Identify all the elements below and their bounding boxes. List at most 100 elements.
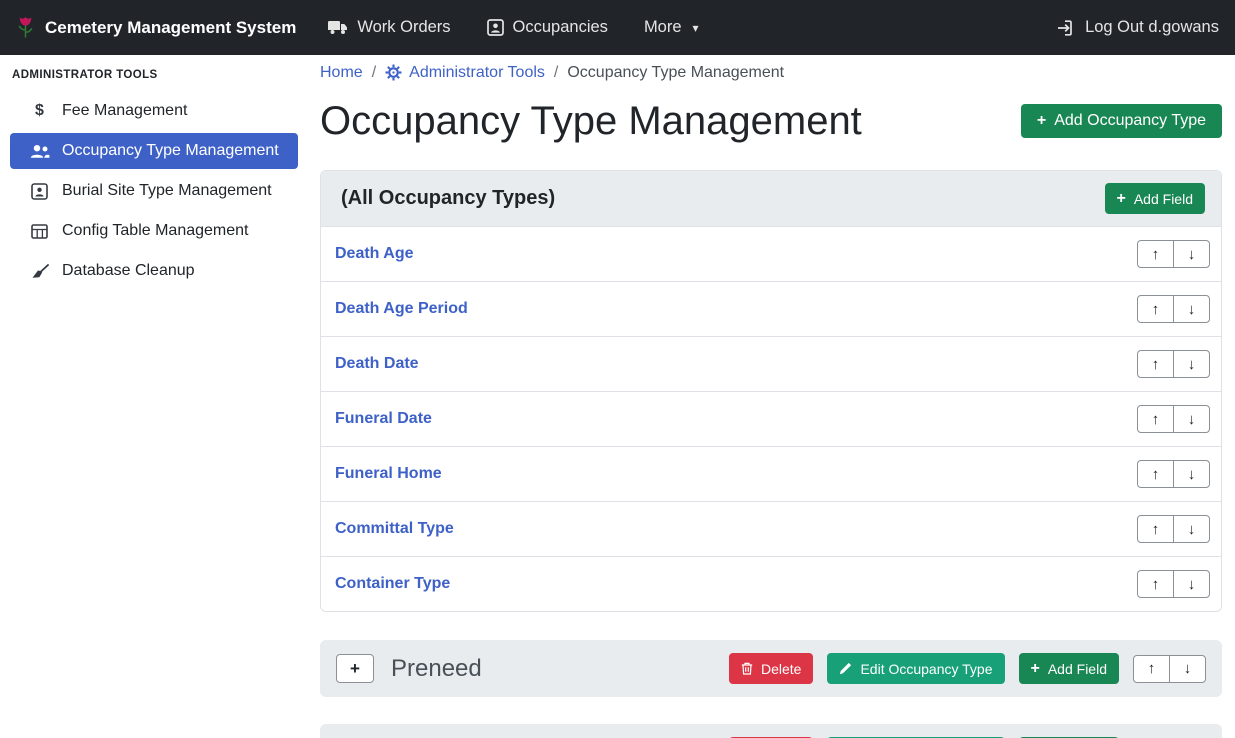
table-row: Committal Type ↑ ↓ [321,501,1221,556]
field-link[interactable]: Container Type [335,574,450,594]
sidebar-item-config-table-management[interactable]: Config Table Management [10,213,298,249]
up-arrow-icon: ↑ [1152,301,1160,318]
sidebar-item-occupancy-type-management[interactable]: Occupancy Type Management [10,133,298,169]
nav-occupancies[interactable]: Occupancies [487,18,608,37]
app-brand[interactable]: Cemetery Management System [16,15,296,41]
top-navbar: Cemetery Management System Work Orders [0,0,1235,55]
move-down-button[interactable]: ↓ [1173,240,1210,268]
nav-more-label: More [644,18,682,37]
table-row: Death Date ↑ ↓ [321,336,1221,391]
edit-occupancy-type-label: Edit Occupancy Type [860,661,992,677]
all-occupancy-types-header: (All Occupancy Types) + Add Field [321,171,1221,227]
truck-icon [328,20,348,35]
field-link[interactable]: Death Age [335,244,414,264]
up-arrow-icon: ↑ [1148,660,1156,677]
all-occupancy-types-title: (All Occupancy Types) [341,186,555,211]
plus-icon: + [1031,661,1040,677]
down-arrow-icon: ↓ [1188,521,1196,538]
field-link[interactable]: Funeral Home [335,464,442,484]
sidebar-item-label: Occupancy Type Management [62,142,279,160]
nav-work-orders[interactable]: Work Orders [328,18,450,37]
move-down-button[interactable]: ↓ [1173,295,1210,323]
sidebar: ADMINISTRATOR TOOLS $ Fee Management Occ… [0,55,308,738]
reorder-group: ↑ ↓ [1137,460,1210,488]
sidebar-item-label: Database Cleanup [62,262,195,280]
down-arrow-icon: ↓ [1184,660,1192,677]
breadcrumb: Home / Administrator Tools [320,63,1222,82]
pencil-icon [839,662,852,675]
section-actions: Delete Edit Occupancy Type + Add Field ↑ [729,653,1206,684]
move-down-button[interactable]: ↓ [1173,460,1210,488]
add-field-button[interactable]: + Add Field [1019,653,1120,684]
move-down-button[interactable]: ↓ [1173,515,1210,543]
plus-icon: + [1117,191,1126,207]
sidebar-item-label: Config Table Management [62,222,249,240]
up-arrow-icon: ↑ [1152,411,1160,428]
sidebar-item-database-cleanup[interactable]: Database Cleanup [10,253,298,289]
sidebar-item-burial-site-type-management[interactable]: Burial Site Type Management [10,173,298,209]
sidebar-item-fee-management[interactable]: $ Fee Management [10,93,298,129]
logout-button[interactable]: Log Out d.gowans [1057,18,1219,37]
field-link[interactable]: Funeral Date [335,409,432,429]
table-row: Death Age Period ↑ ↓ [321,281,1221,336]
move-down-button[interactable]: ↓ [1173,570,1210,598]
broom-icon [28,264,51,279]
move-up-button[interactable]: ↑ [1137,405,1174,433]
move-up-button[interactable]: ↑ [1137,240,1174,268]
dollar-icon: $ [28,102,51,120]
down-arrow-icon: ↓ [1188,301,1196,318]
up-arrow-icon: ↑ [1152,356,1160,373]
breadcrumb-home-link[interactable]: Home [320,64,363,82]
flower-icon [16,15,35,41]
table-icon [28,224,51,239]
sign-out-icon [1057,20,1076,36]
move-up-button[interactable]: ↑ [1137,350,1174,378]
nav-occupancies-label: Occupancies [513,18,608,37]
down-arrow-icon: ↓ [1188,356,1196,373]
table-row: Funeral Date ↑ ↓ [321,391,1221,446]
table-row: Funeral Home ↑ ↓ [321,446,1221,501]
down-arrow-icon: ↓ [1188,466,1196,483]
add-field-button[interactable]: + Add Field [1105,183,1206,214]
nav-more[interactable]: More ▾ [644,18,699,37]
app-title: Cemetery Management System [45,18,296,38]
reorder-group: ↑ ↓ [1137,405,1210,433]
table-row: Container Type ↑ ↓ [321,556,1221,611]
delete-label: Delete [761,661,801,677]
main-content: Home / Administrator Tools [308,55,1235,738]
add-field-label: Add Field [1134,191,1193,207]
move-up-button[interactable]: ↑ [1137,460,1174,488]
trash-icon [741,662,753,675]
table-row: Death Age ↑ ↓ [321,227,1221,281]
users-icon [28,144,51,159]
portrait-icon [487,19,504,36]
title-row: Occupancy Type Management + Add Occupanc… [320,96,1222,146]
expand-button[interactable]: + [336,654,374,683]
logout-label: Log Out d.gowans [1085,18,1219,37]
field-link[interactable]: Death Date [335,354,419,374]
section-interment: + Interment Delete [320,724,1222,738]
add-occupancy-type-button[interactable]: + Add Occupancy Type [1021,104,1222,138]
breadcrumb-current: Occupancy Type Management [567,64,784,82]
breadcrumb-admin-tools-link[interactable]: Administrator Tools [385,64,545,82]
field-link[interactable]: Death Age Period [335,299,468,319]
sidebar-item-label: Burial Site Type Management [62,182,272,200]
field-link[interactable]: Committal Type [335,519,454,539]
section-preneed: + Preneed Delete [320,640,1222,697]
main-nav: Work Orders Occupancies More ▾ [328,18,698,37]
delete-button[interactable]: Delete [729,653,813,684]
move-up-button[interactable]: ↑ [1137,570,1174,598]
move-up-button[interactable]: ↑ [1137,295,1174,323]
move-down-button[interactable]: ↓ [1173,350,1210,378]
plus-icon: + [1037,113,1046,129]
move-up-button[interactable]: ↑ [1137,515,1174,543]
move-down-button[interactable]: ↓ [1173,405,1210,433]
down-arrow-icon: ↓ [1188,246,1196,263]
up-arrow-icon: ↑ [1152,246,1160,263]
move-down-button[interactable]: ↓ [1169,655,1206,683]
move-up-button[interactable]: ↑ [1133,655,1170,683]
down-arrow-icon: ↓ [1188,411,1196,428]
add-field-label: Add Field [1048,661,1107,677]
edit-occupancy-type-button[interactable]: Edit Occupancy Type [827,653,1004,684]
reorder-group: ↑ ↓ [1137,570,1210,598]
